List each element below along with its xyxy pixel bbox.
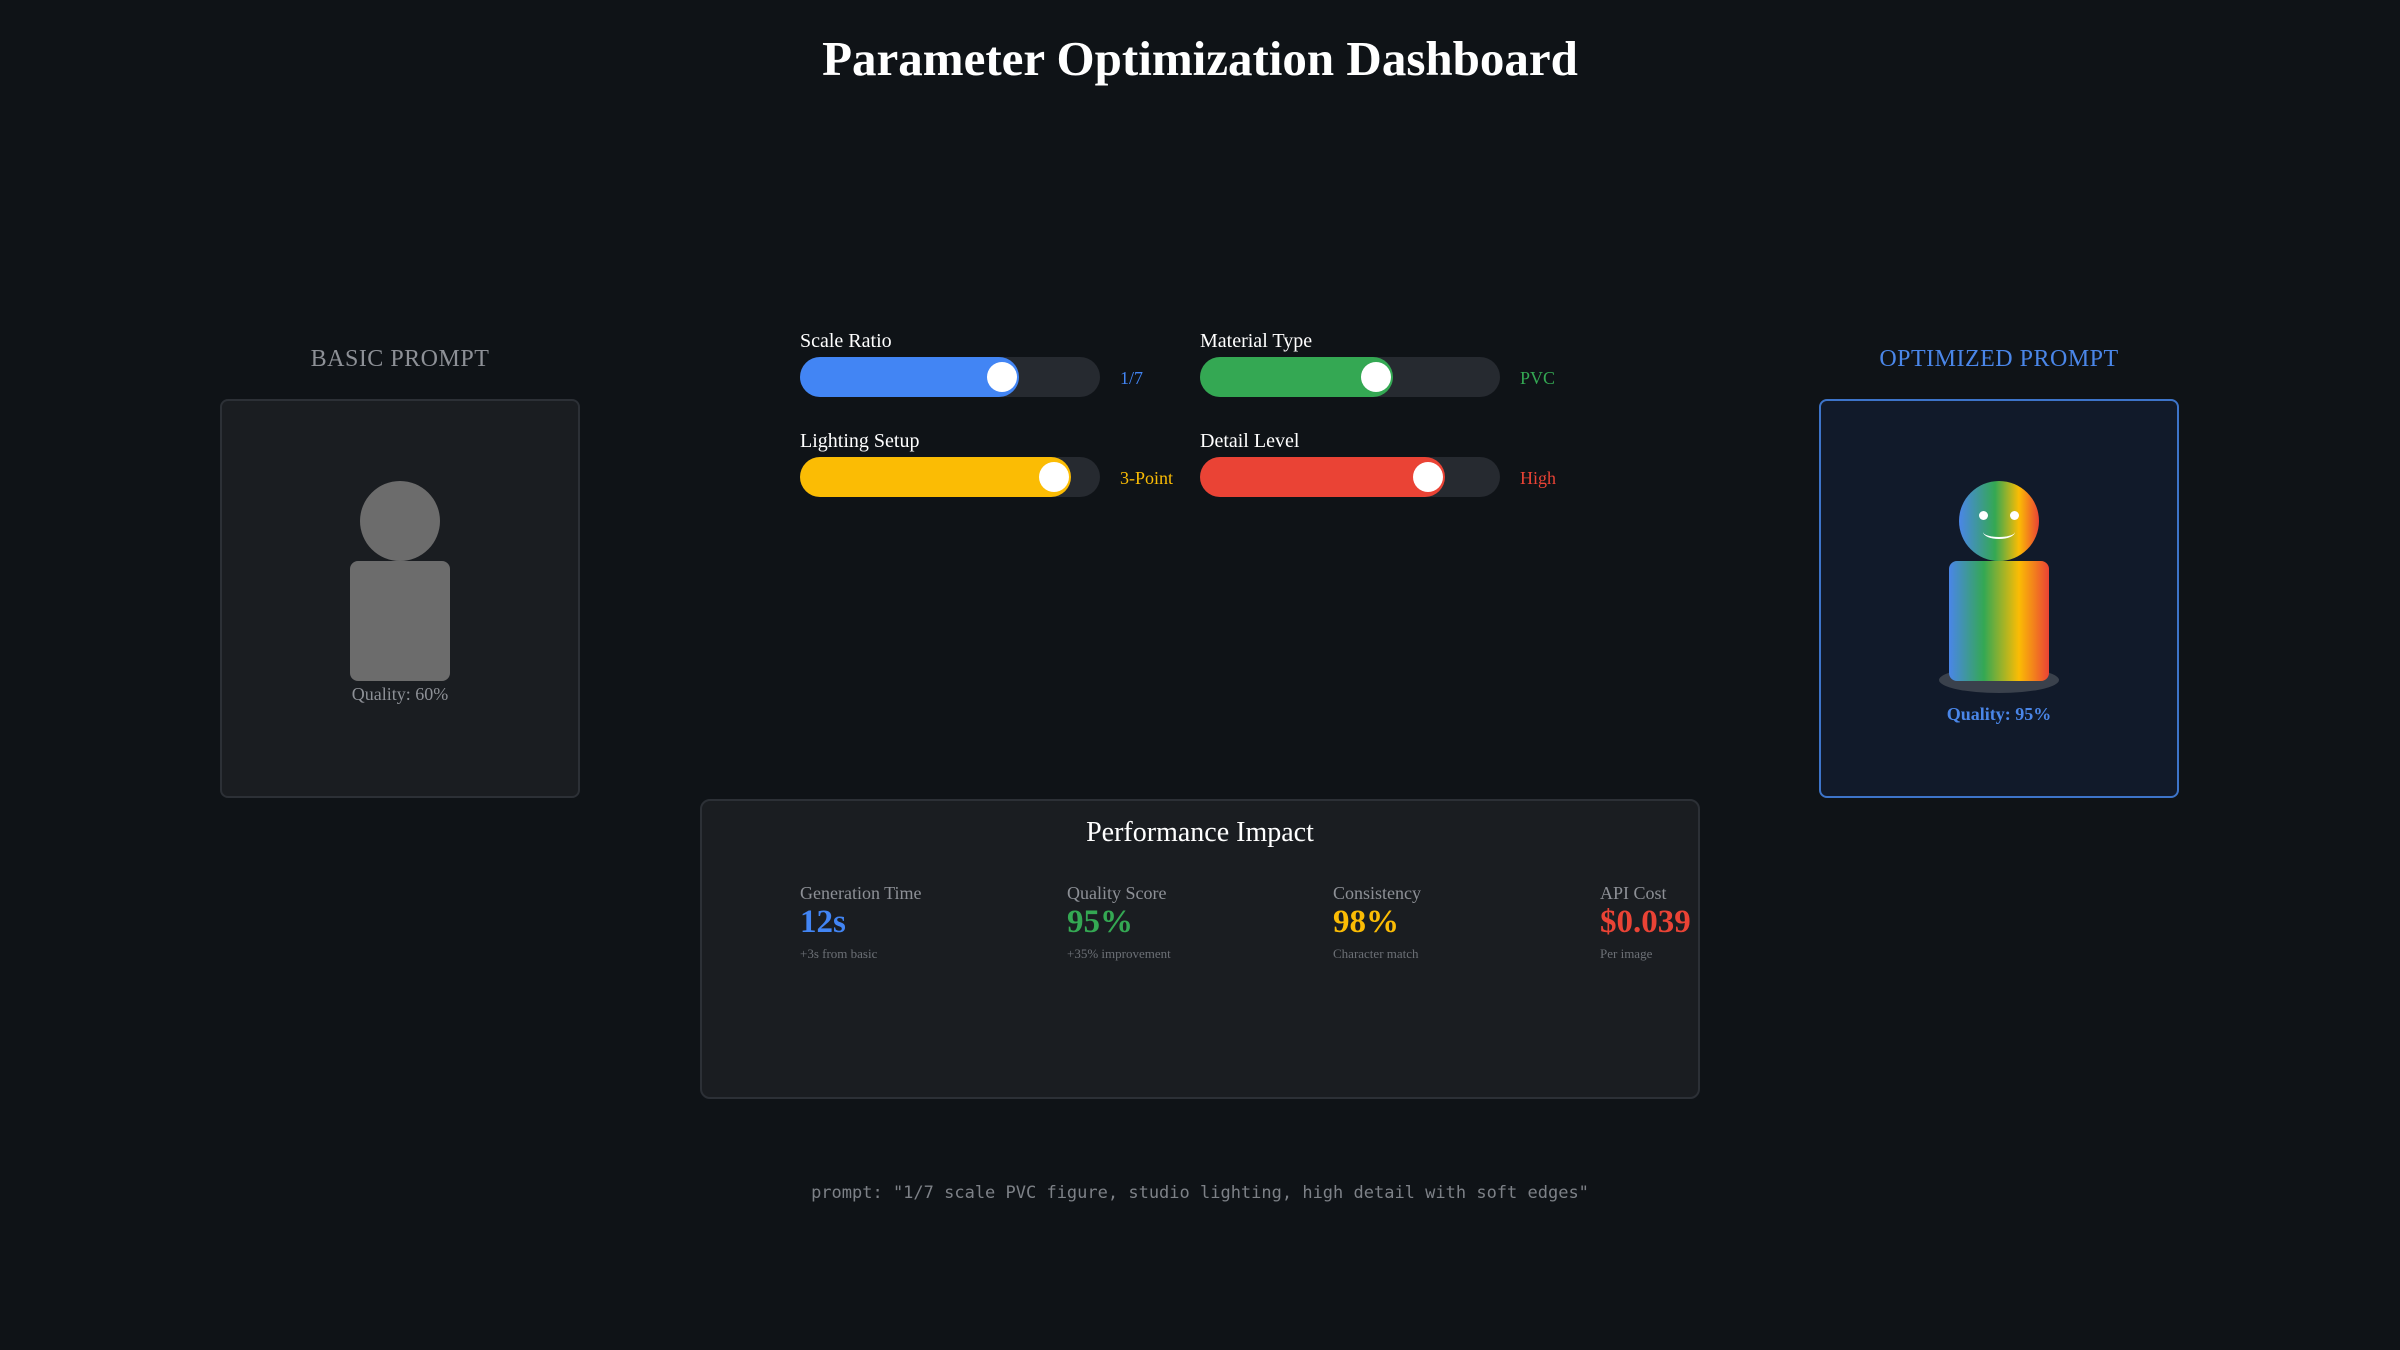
slider-label: Lighting Setup <box>800 430 920 452</box>
slider-thumb[interactable] <box>1039 462 1069 492</box>
metric-subtext: +3s from basic <box>800 946 878 961</box>
slider-fill <box>800 457 1071 497</box>
slider-thumb[interactable] <box>1413 462 1443 492</box>
metric-generation-time: Generation Time 12s +3s from basic <box>800 883 1040 962</box>
basic-prompt-panel: Quality: 60% <box>220 399 580 798</box>
optimized-figure-body <box>1949 561 2049 681</box>
metric-value: $0.039 <box>1600 904 1691 940</box>
optimized-quality-text: Quality: 95% <box>1946 704 2052 724</box>
slider-track[interactable] <box>1200 457 1500 497</box>
metric-label: Generation Time <box>800 883 922 903</box>
prompt-text: prompt: "1/7 scale PVC figure, studio li… <box>811 1183 1589 1203</box>
metric-subtext: +35% improvement <box>1067 946 1171 961</box>
slider-fill <box>1200 457 1445 497</box>
metric-label: API Cost <box>1600 883 1667 903</box>
metric-value: 12s <box>800 904 846 940</box>
slider-value: PVC <box>1520 368 1556 388</box>
slider-thumb[interactable] <box>1361 362 1391 392</box>
slider-label: Scale Ratio <box>800 330 892 352</box>
slider-label: Material Type <box>1200 330 1313 352</box>
optimized-prompt-label: OPTIMIZED PROMPT <box>1879 346 2119 372</box>
metric-value: 95% <box>1067 904 1133 940</box>
metric-subtext: Per image <box>1600 946 1653 961</box>
metric-subtext: Character match <box>1333 946 1419 961</box>
metric-quality-score: Quality Score 95% +35% improvement <box>1067 883 1307 962</box>
right-eye-icon <box>2010 511 2019 520</box>
basic-quality-text: Quality: 60% <box>351 684 449 704</box>
metric-value: 98% <box>1333 904 1399 940</box>
slider-thumb[interactable] <box>987 362 1017 392</box>
performance-title: Performance Impact <box>1086 817 1314 848</box>
slider-value: High <box>1520 468 1556 488</box>
slider-label: Detail Level <box>1200 430 1300 452</box>
metric-label: Consistency <box>1333 883 1421 903</box>
slider-track[interactable] <box>1200 357 1500 397</box>
metric-api-cost: API Cost $0.039 Per image <box>1600 883 1700 962</box>
basic-figure-body <box>350 561 450 681</box>
metric-label: Quality Score <box>1067 883 1167 903</box>
page-title: Parameter Optimization Dashboard <box>822 31 1578 86</box>
performance-panel: Performance Impact Generation Time 12s +… <box>700 799 1700 1099</box>
basic-prompt-label: BASIC PROMPT <box>310 346 490 372</box>
basic-figure-head <box>360 481 440 561</box>
optimized-prompt-panel: Quality: 95% <box>1819 399 2179 798</box>
slider-track[interactable] <box>800 457 1100 497</box>
left-eye-icon <box>1979 511 1988 520</box>
slider-track[interactable] <box>800 357 1100 397</box>
smile-icon <box>1983 525 2015 539</box>
slider-value: 3-Point <box>1120 468 1174 488</box>
metric-consistency: Consistency 98% Character match <box>1333 883 1573 962</box>
slider-value: 1/7 <box>1120 368 1144 388</box>
optimized-figure-head <box>1959 481 2039 561</box>
